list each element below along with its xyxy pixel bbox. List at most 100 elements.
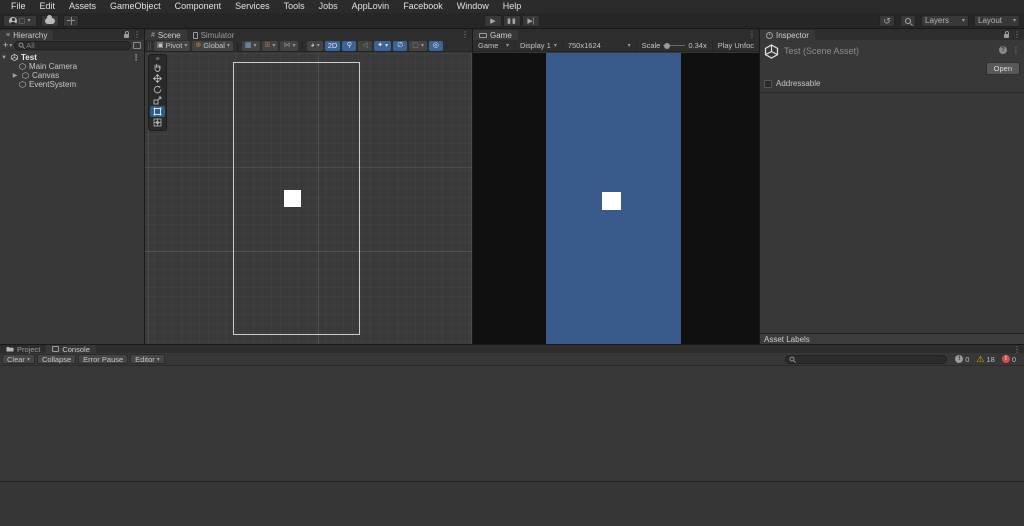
hierarchy-item-eventsystem[interactable]: EventSystem	[0, 80, 144, 89]
kebab-menu-icon[interactable]: ⋮	[461, 30, 469, 39]
warning-badge[interactable]: ⚠ 18	[974, 354, 996, 364]
menu-applovin[interactable]: AppLovin	[345, 0, 397, 13]
resolution-dropdown[interactable]: 750x1624 ▾	[563, 40, 637, 51]
scene-visibility-toggle[interactable]: ∅	[393, 41, 407, 51]
display-target-label: Display 1	[520, 41, 551, 50]
menu-gameobject[interactable]: GameObject	[103, 0, 168, 13]
global-search-button[interactable]	[900, 15, 916, 27]
step-button[interactable]: ▶|	[522, 15, 540, 27]
overlay-menu-button[interactable]: ◎	[429, 41, 443, 51]
chevron-down-icon: ▾	[628, 42, 631, 49]
scene-row-test[interactable]: ▼ Test ⋮	[0, 53, 144, 62]
game-canvas-area	[546, 53, 681, 344]
info-badge[interactable]: ! 0	[953, 354, 971, 364]
search-options-icon[interactable]	[133, 42, 141, 49]
pivot-dropdown[interactable]: ▣ Pivot ▾	[154, 41, 190, 51]
scale-slider[interactable]	[663, 45, 685, 46]
console-log-list[interactable]	[0, 366, 1024, 481]
gameobject-icon	[19, 81, 26, 88]
add-gameobject-button[interactable]: +▾	[3, 40, 12, 50]
undo-history-button[interactable]: ↺	[879, 15, 895, 27]
scale-tool-button[interactable]	[149, 95, 166, 106]
account-button[interactable]: ▾	[3, 15, 37, 27]
menu-jobs[interactable]: Jobs	[312, 0, 345, 13]
tab-hierarchy[interactable]: ≡ Hierarchy	[0, 30, 53, 40]
play-button[interactable]: ▶	[484, 15, 502, 27]
camera-dropdown[interactable]: ▢ ▾	[409, 41, 427, 51]
clear-button[interactable]: Clear ▾	[2, 354, 35, 364]
view-hand-tool-button[interactable]	[149, 62, 166, 73]
asset-labels-header[interactable]: Asset Labels	[760, 333, 1024, 344]
expander-icon[interactable]: ▶	[11, 72, 19, 79]
hierarchy-item-main-camera[interactable]: Main Camera	[0, 62, 144, 71]
hierarchy-item-canvas[interactable]: ▶ Canvas	[0, 71, 144, 80]
console-panel: Project Console ⋮ Clear ▾ Collapse Error…	[0, 344, 1024, 526]
tab-inspector[interactable]: • Inspector	[760, 30, 815, 40]
layers-dropdown[interactable]: Layers ▾	[921, 15, 969, 27]
play-mode-button[interactable]: Play Unfoc	[713, 40, 759, 51]
error-pause-button[interactable]: Error Pause	[78, 354, 128, 364]
plastic-scm-button[interactable]	[63, 15, 79, 27]
addressable-checkbox[interactable]	[764, 80, 772, 88]
kebab-menu-icon[interactable]: ⋮	[132, 53, 140, 62]
foldout-icon[interactable]: ▼	[0, 55, 8, 61]
sprite-square[interactable]	[284, 190, 301, 207]
game-display-mode-dropdown[interactable]: Game ▾	[473, 40, 515, 51]
drag-handle[interactable]	[148, 42, 151, 50]
rotate-tool-button[interactable]	[149, 84, 166, 95]
snap-toggle-dropdown[interactable]: ⊞ ▾	[262, 41, 279, 51]
tab-scene[interactable]: # Scene	[145, 30, 187, 40]
effects-dropdown[interactable]: ✦ ▾	[374, 41, 391, 51]
kebab-menu-icon[interactable]: ⋮	[1012, 46, 1020, 55]
menu-facebook[interactable]: Facebook	[396, 0, 450, 13]
console-search-box[interactable]	[785, 355, 947, 364]
display-target-dropdown[interactable]: Display 1 ▾	[515, 40, 563, 51]
menu-component[interactable]: Component	[168, 0, 229, 13]
camera-icon: ▢	[412, 42, 419, 49]
menu-tools[interactable]: Tools	[277, 0, 312, 13]
menu-edit[interactable]: Edit	[33, 0, 63, 13]
tab-game[interactable]: Game	[473, 30, 518, 40]
chevron-down-icon: ▾	[554, 42, 557, 49]
2d-toggle-button[interactable]: 2D	[325, 41, 341, 51]
editor-dropdown[interactable]: Editor ▾	[130, 354, 165, 364]
lighting-toggle-button[interactable]: ⚲	[342, 41, 356, 51]
grid-snap-dropdown[interactable]: ▦ ▾	[242, 41, 260, 51]
kebab-menu-icon[interactable]: ⋮	[1013, 30, 1021, 39]
move-tool-button[interactable]	[149, 73, 166, 84]
tab-project[interactable]: Project	[0, 345, 46, 353]
snap-settings-dropdown[interactable]: ⋈ ▾	[280, 41, 298, 51]
error-badge[interactable]: ! 0	[1000, 354, 1018, 364]
layout-dropdown[interactable]: Layout ▾	[974, 15, 1020, 27]
shading-mode-dropdown[interactable]: ◕ ▾	[307, 41, 322, 51]
menu-help[interactable]: Help	[496, 0, 529, 13]
global-dropdown[interactable]: ⊕ Global ▾	[192, 41, 233, 51]
lock-icon[interactable]	[124, 34, 129, 38]
cloud-services-button[interactable]	[41, 15, 59, 27]
tab-console[interactable]: Console	[46, 345, 96, 353]
rect-tool-button[interactable]	[150, 106, 165, 117]
menu-services[interactable]: Services	[228, 0, 277, 13]
transform-tool-button[interactable]	[149, 117, 166, 128]
hierarchy-search-input[interactable]	[26, 41, 127, 50]
open-button[interactable]: Open	[986, 62, 1020, 75]
branch-icon	[67, 17, 75, 25]
kebab-menu-icon[interactable]: ⋮	[1013, 345, 1021, 354]
scene-viewport[interactable]: ≡	[145, 53, 472, 344]
game-viewport[interactable]	[473, 53, 759, 344]
kebab-menu-icon[interactable]: ⋮	[133, 30, 141, 39]
collapse-button[interactable]: Collapse	[37, 354, 76, 364]
tab-simulator[interactable]: Simulator	[187, 30, 241, 40]
menu-window[interactable]: Window	[450, 0, 496, 13]
lock-icon[interactable]	[1004, 34, 1009, 38]
kebab-menu-icon[interactable]: ⋮	[748, 30, 756, 39]
console-search-input[interactable]	[797, 355, 943, 364]
slider-thumb[interactable]	[664, 43, 670, 49]
audio-toggle-button[interactable]: ◁	[358, 41, 372, 51]
history-icon: ↺	[883, 17, 891, 25]
help-icon[interactable]: ?	[999, 46, 1007, 54]
menu-file[interactable]: File	[4, 0, 33, 13]
hierarchy-search-box[interactable]	[14, 41, 131, 50]
pause-button[interactable]: ▮▮	[503, 15, 521, 27]
menu-assets[interactable]: Assets	[62, 0, 103, 13]
